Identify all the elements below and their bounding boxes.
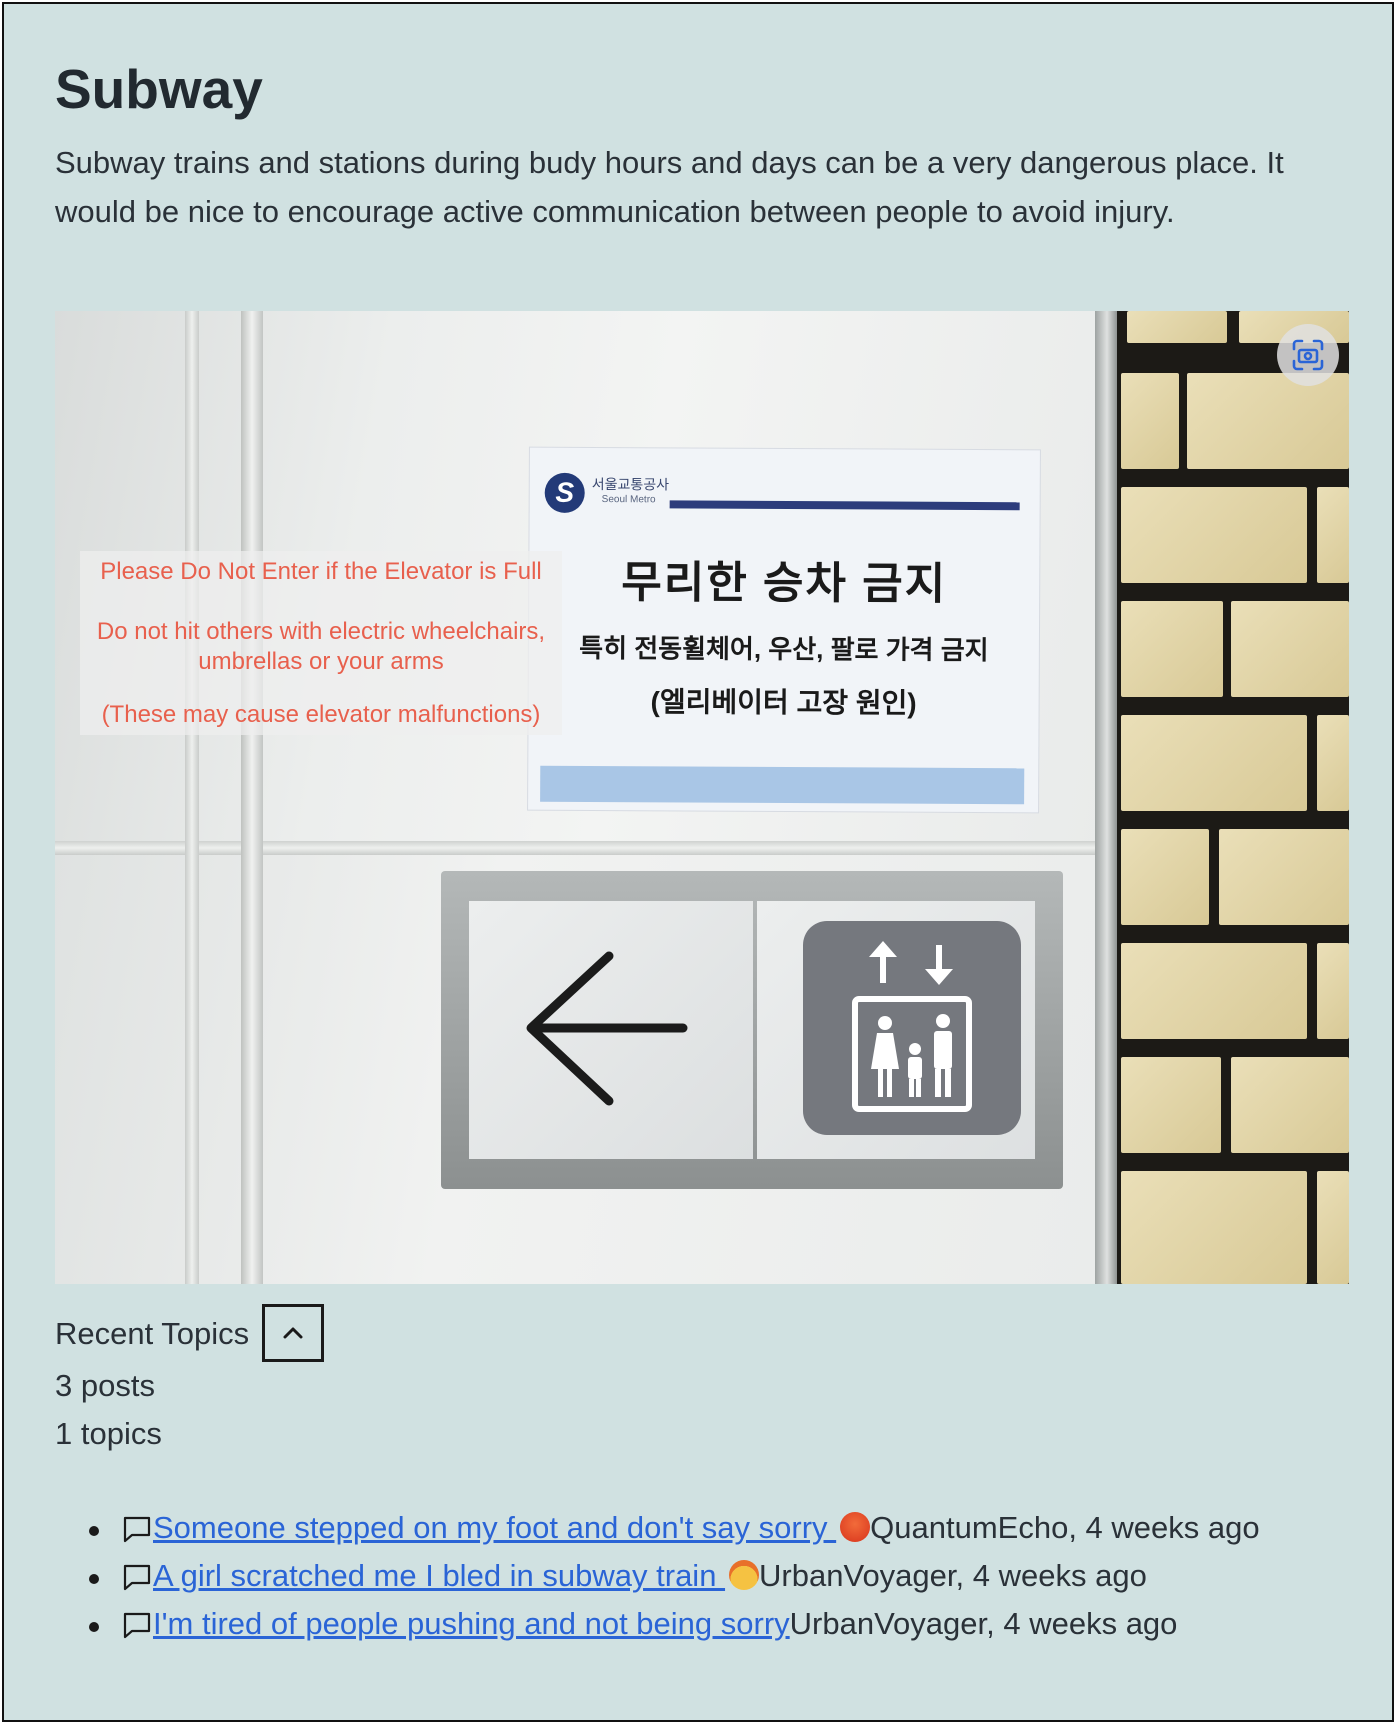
metal-trim [1095,311,1119,1284]
translation-overlay: Please Do Not Enter if the Elevator is F… [80,551,562,735]
comment-icon [123,1564,151,1591]
seoul-metro-logo-icon: S [544,472,585,513]
exploding-head-icon [729,1560,760,1590]
bullet [89,1574,99,1584]
visual-search-button[interactable] [1277,324,1339,386]
topic-meta: UrbanVoyager, 4 weeks ago [759,1558,1147,1593]
wall-grout-vertical [185,311,199,1284]
sign-elevator-panel [757,901,1035,1159]
korean-notice-sign: S 서울교통공사 Seoul Metro 무리한 승차 금지 특히 전동휠체어,… [528,447,1040,813]
topic-meta: UrbanVoyager, 4 weeks ago [789,1606,1178,1641]
metro-header-bar [669,500,1020,511]
sign-arrow-panel [469,901,753,1159]
chevron-up-icon [283,1327,303,1339]
translation-line-3: (These may cause elevator malfunctions) [101,701,541,728]
topic-link[interactable]: Someone stepped on my foot and don't say… [153,1510,871,1545]
wall-corner-trim [241,311,263,1284]
brick-wall [1117,311,1349,1284]
notice-heading: 무리한 승차 금지 [621,558,948,609]
comment-icon [123,1612,151,1639]
list-item: A girl scratched me I bled in subway tra… [55,1556,1260,1604]
bullet [89,1622,99,1632]
topic-title: Someone stepped on my foot and don't say… [153,1510,837,1545]
comment-icon [123,1516,151,1543]
topic-title: I'm tired of people pushing and not bein… [153,1606,790,1641]
notice-bottom-bar [540,765,1025,805]
list-item: Someone stepped on my foot and don't say… [55,1508,1260,1556]
bullet [89,1526,99,1536]
camera-scan-icon [1292,339,1324,371]
wall-grout-horizontal [55,841,1105,855]
translation-line-2: Do not hit others with electric wheelcha… [96,618,546,675]
page-frame: Subway Subway trains and stations during… [2,2,1394,1722]
notice-line-3: (엘리베이터 고장 원인) [650,686,917,719]
angry-face-icon [840,1512,871,1542]
topic-meta: QuantumEcho, 4 weeks ago [870,1510,1260,1545]
topic-link[interactable]: A girl scratched me I bled in subway tra… [153,1558,760,1593]
subway-photo: S 서울교통공사 Seoul Metro 무리한 승차 금지 특히 전동휠체어,… [55,311,1349,1284]
topic-title: A girl scratched me I bled in subway tra… [153,1558,726,1593]
recent-topics-label: Recent Topics [55,1316,250,1351]
topics-count: 1 topics [55,1416,162,1451]
topic-list: Someone stepped on my foot and don't say… [55,1508,1260,1652]
metro-name-korean: 서울교통공사 [591,475,670,493]
translation-line-1: Please Do Not Enter if the Elevator is F… [100,558,542,585]
arrow-left-icon [526,951,688,1106]
topic-link[interactable]: I'm tired of people pushing and not bein… [153,1606,790,1641]
elevator-icon [803,921,1021,1135]
elevator-direction-sign [441,871,1063,1189]
page-title: Subway [55,58,263,120]
list-item: I'm tired of people pushing and not bein… [55,1604,1260,1652]
posts-count: 3 posts [55,1368,155,1403]
page-description: Subway trains and stations during budy h… [55,145,1284,229]
metro-name-english: Seoul Metro [601,494,656,506]
collapse-topics-button[interactable] [262,1304,324,1362]
notice-line-2: 특히 전동휠체어, 우산, 팔로 가격 금지 [579,632,989,666]
